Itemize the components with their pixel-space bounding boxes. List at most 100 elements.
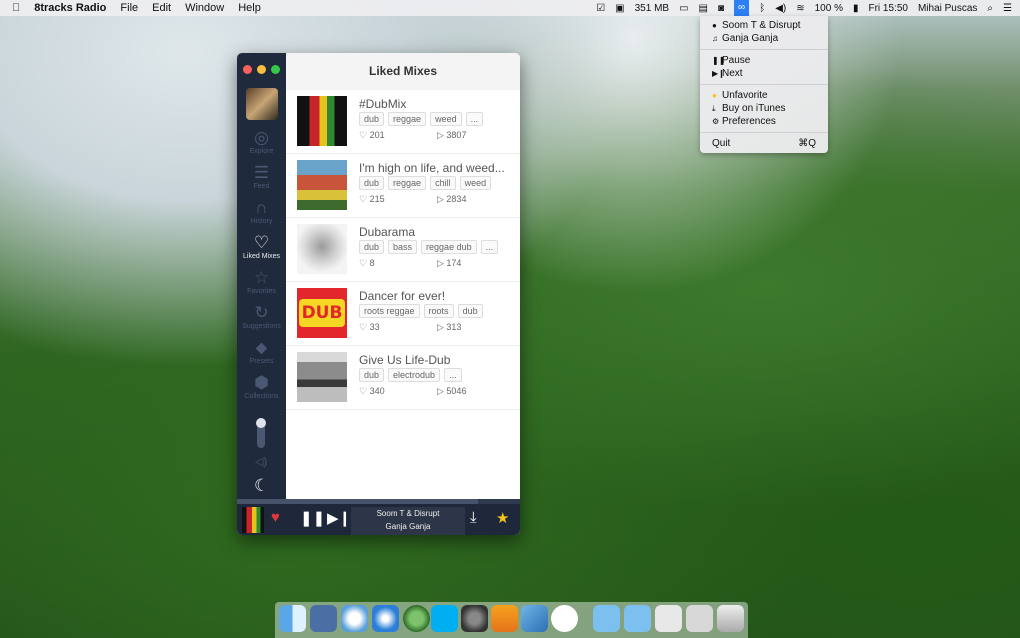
tag[interactable]: dub	[457, 304, 483, 318]
tag[interactable]: dub	[359, 368, 385, 382]
tag-more[interactable]: ...	[465, 112, 484, 126]
tag-more[interactable]: ...	[444, 368, 462, 382]
pidgin-icon[interactable]	[341, 605, 368, 632]
mix-cover[interactable]	[297, 352, 347, 402]
pause-button[interactable]: ❚❚	[300, 509, 325, 527]
tag[interactable]: electrodub	[388, 368, 441, 382]
mix-title[interactable]: I'm high on life, and weed...	[359, 161, 511, 175]
mail-stamp-icon[interactable]	[310, 605, 337, 632]
menu-preferences[interactable]: ⚙ Preferences	[700, 115, 828, 128]
mix-title[interactable]: #DubMix	[359, 97, 511, 111]
nav-favorites[interactable]: ☆ Favorites	[237, 268, 286, 295]
mix-title[interactable]: Dancer for ever!	[359, 289, 511, 303]
tag[interactable]: dub	[359, 176, 385, 190]
menu-artist[interactable]: ● Soom T & Disrupt	[700, 19, 828, 32]
nav-collections[interactable]: ⬢ Collections	[237, 373, 286, 400]
nav-explore[interactable]: ◎ Explore	[237, 128, 286, 155]
menu-quit[interactable]: Quit ⌘Q	[700, 137, 828, 150]
tag-more[interactable]: ...	[480, 240, 499, 254]
bluetooth-icon[interactable]: ᛒ	[759, 3, 765, 14]
nav-suggestions[interactable]: ↻ Suggestions	[237, 303, 286, 330]
memory-readout[interactable]: 351 MB	[635, 3, 669, 14]
menu-unfavorite[interactable]: ● Unfavorite	[700, 89, 828, 102]
search-icon[interactable]: ⌕	[987, 3, 993, 14]
mix-cover[interactable]	[297, 224, 347, 274]
tag[interactable]: roots	[423, 304, 454, 318]
safari-icon[interactable]	[372, 605, 399, 632]
tag[interactable]: roots reggae	[359, 304, 420, 318]
camera-icon[interactable]: ◙	[718, 3, 724, 14]
system-preferences-icon[interactable]	[461, 605, 488, 632]
battery-status-icon[interactable]: ▭	[679, 3, 688, 14]
mix-row[interactable]: I'm high on life, and weed... dub reggae…	[286, 154, 520, 218]
tag[interactable]: bass	[388, 240, 418, 254]
nav-feed[interactable]: ☰ Feed	[237, 163, 286, 190]
checkbox-status-icon[interactable]: ☑	[596, 3, 605, 14]
volume-knob[interactable]	[256, 418, 266, 428]
volume-icon[interactable]: ◀)	[775, 3, 786, 14]
clipboard-icon[interactable]: ▤	[699, 3, 708, 14]
tag[interactable]: reggae	[388, 112, 427, 126]
downloads-folder-icon[interactable]	[624, 605, 651, 632]
applications-folder-icon[interactable]	[593, 605, 620, 632]
wifi-icon[interactable]: ≋	[796, 3, 804, 14]
battery-percent[interactable]: 100 %	[815, 3, 843, 14]
mix-row[interactable]: DUB Dancer for ever! roots reggae roots …	[286, 282, 520, 346]
mix-row[interactable]: Dubarama dub bass reggae dub ... ♡ 8 ▷ 1…	[286, 218, 520, 282]
battery-icon[interactable]: ▮	[853, 3, 859, 14]
memory-icon[interactable]: ▣	[615, 3, 624, 14]
star-button[interactable]: ★	[496, 509, 509, 527]
tag[interactable]: dub	[359, 240, 385, 254]
document-icon[interactable]	[655, 605, 682, 632]
mix-cover[interactable]	[297, 160, 347, 210]
mix-title[interactable]: Give Us Life-Dub	[359, 353, 511, 367]
menu-file[interactable]: File	[120, 2, 138, 14]
moon-icon[interactable]: ☾	[254, 476, 269, 496]
tag[interactable]: reggae	[388, 176, 427, 190]
nav-history[interactable]: ∩ History	[237, 198, 286, 225]
menu-help[interactable]: Help	[238, 2, 261, 14]
tag[interactable]: dub	[359, 112, 385, 126]
now-playing-cover[interactable]	[242, 507, 264, 533]
skype-icon[interactable]	[431, 605, 458, 632]
tag[interactable]: weed	[430, 112, 462, 126]
user-avatar[interactable]	[246, 88, 278, 120]
menu-window[interactable]: Window	[185, 2, 224, 14]
8tracks-dock-icon[interactable]	[551, 605, 578, 632]
next-button[interactable]: ▶❙	[327, 509, 351, 527]
mix-cover[interactable]	[297, 96, 347, 146]
apple-icon[interactable]: 	[12, 2, 20, 14]
menu-next[interactable]: ▶❙Next	[700, 67, 828, 80]
finder-icon[interactable]	[279, 605, 306, 632]
minimize-button[interactable]	[257, 65, 266, 74]
app-menu[interactable]: 8tracks Radio	[34, 2, 106, 14]
tag[interactable]: reggae dub	[421, 240, 477, 254]
progress-bar[interactable]	[237, 499, 520, 504]
speaker-icon[interactable]: ◁)	[255, 455, 267, 468]
menu-song[interactable]: ♫ Ganja Ganja	[700, 32, 828, 45]
nav-liked-mixes[interactable]: ♡ Liked Mixes	[237, 233, 286, 260]
tag[interactable]: chill	[430, 176, 456, 190]
screenshot-icon[interactable]	[686, 605, 713, 632]
mix-title[interactable]: Dubarama	[359, 225, 511, 239]
mix-cover[interactable]: DUB	[297, 288, 347, 338]
notification-center-icon[interactable]: ☰	[1003, 3, 1012, 14]
heart-button[interactable]: ♥	[271, 509, 280, 526]
menu-buy-itunes[interactable]: ⤓ Buy on iTunes	[700, 102, 828, 115]
mix-row[interactable]: #DubMix dub reggae weed ... ♡ 201 ▷ 3807	[286, 90, 520, 154]
xcode-icon[interactable]	[521, 605, 548, 632]
mix-list[interactable]: #DubMix dub reggae weed ... ♡ 201 ▷ 3807…	[286, 90, 520, 499]
download-button[interactable]: ⤓	[470, 509, 477, 526]
menu-edit[interactable]: Edit	[152, 2, 171, 14]
user-name[interactable]: Mihai Puscas	[918, 3, 977, 14]
8tracks-menu-icon[interactable]: ∞	[734, 0, 750, 16]
nav-presets[interactable]: ⬥ Presets	[237, 338, 286, 365]
clock[interactable]: Fri 15:50	[868, 3, 907, 14]
tag[interactable]: weed	[459, 176, 492, 190]
zoom-button[interactable]	[271, 65, 280, 74]
mix-row[interactable]: Give Us Life-Dub dub electrodub ... ♡ 34…	[286, 346, 520, 410]
vlc-icon[interactable]	[491, 605, 518, 632]
close-button[interactable]	[243, 65, 252, 74]
recycle-app-icon[interactable]	[403, 605, 430, 632]
menu-pause[interactable]: ❚❚Pause	[700, 54, 828, 67]
